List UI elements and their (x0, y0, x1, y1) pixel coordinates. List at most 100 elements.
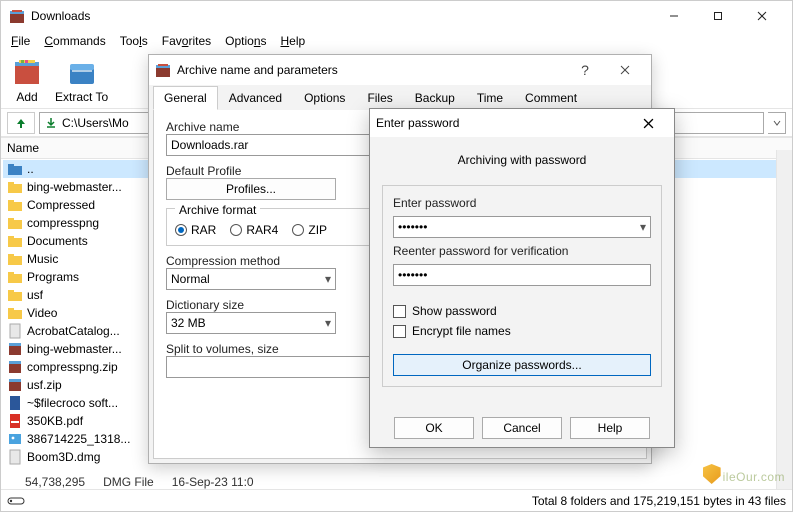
dialog1-title: Archive name and parameters (177, 63, 565, 77)
scrollbar[interactable] (776, 150, 792, 489)
file-name: compresspng.zip (27, 360, 118, 374)
split-size-combo[interactable]: ▾ (166, 356, 398, 378)
dictionary-combo[interactable]: 32 MB▾ (166, 312, 336, 334)
menu-help[interactable]: Help (275, 32, 312, 50)
file-icon (7, 377, 23, 393)
extract-icon (66, 56, 98, 88)
show-password-checkbox[interactable]: Show password (393, 304, 651, 318)
app-icon (9, 8, 25, 24)
file-name: AcrobatCatalog... (27, 324, 120, 338)
file-name: bing-webmaster... (27, 180, 122, 194)
password-input[interactable]: •••••••▾ (393, 216, 651, 238)
tab-general[interactable]: General (153, 86, 218, 110)
file-name: Music (27, 252, 58, 266)
file-icon (7, 449, 23, 465)
dialog1-titlebar: Archive name and parameters ? (149, 55, 651, 85)
winrar-icon (155, 62, 171, 78)
dialog1-close-button[interactable] (605, 56, 645, 84)
add-button[interactable]: Add (7, 54, 47, 106)
file-meta-row: 54,738,295 DMG File 16-Sep-23 11:0 (1, 475, 792, 489)
file-name: ~$filecroco soft... (27, 396, 118, 410)
organize-passwords-button[interactable]: Organize passwords... (393, 354, 651, 376)
tab-files[interactable]: Files (356, 86, 403, 110)
path-text: C:\Users\Mo (62, 116, 129, 130)
download-icon (44, 116, 58, 130)
profiles-button[interactable]: Profiles... (166, 178, 336, 200)
reenter-password-input[interactable]: ••••••• (393, 264, 651, 286)
add-icon (11, 56, 43, 88)
file-icon (7, 251, 23, 267)
file-name: Compressed (27, 198, 95, 212)
file-icon (7, 431, 23, 447)
cancel-button[interactable]: Cancel (482, 417, 562, 439)
compression-combo[interactable]: Normal▾ (166, 268, 336, 290)
path-dropdown[interactable] (768, 112, 786, 134)
file-icon (7, 323, 23, 339)
file-name: Documents (27, 234, 88, 248)
file-name: Boom3D.dmg (27, 450, 100, 464)
maximize-button[interactable] (696, 1, 740, 31)
tab-comment[interactable]: Comment (514, 86, 588, 110)
file-name: .. (27, 162, 34, 176)
tab-options[interactable]: Options (293, 86, 356, 110)
extract-to-button[interactable]: Extract To (51, 54, 112, 106)
extract-label: Extract To (55, 90, 108, 104)
file-icon (7, 269, 23, 285)
minimize-button[interactable] (652, 1, 696, 31)
dialog2-title: Enter password (376, 116, 628, 130)
file-name: Video (27, 306, 57, 320)
file-icon (7, 287, 23, 303)
menu-file[interactable]: File (5, 32, 36, 50)
file-icon (7, 197, 23, 213)
archive-format-label: Archive format (175, 203, 260, 217)
file-name: usf.zip (27, 378, 62, 392)
file-icon (7, 161, 23, 177)
file-name: Programs (27, 270, 79, 284)
dialog2-heading: Archiving with password (382, 147, 662, 177)
tabs: GeneralAdvancedOptionsFilesBackupTimeCom… (149, 85, 651, 109)
add-label: Add (16, 90, 37, 104)
dialog2-titlebar: Enter password (370, 109, 674, 137)
status-text: Total 8 folders and 175,219,151 bytes in… (532, 494, 786, 508)
enter-password-label: Enter password (393, 196, 651, 210)
window-title: Downloads (31, 9, 652, 23)
disk-icon (7, 495, 25, 507)
enter-password-dialog: Enter password Archiving with password E… (369, 108, 675, 448)
tab-backup[interactable]: Backup (404, 86, 466, 110)
reenter-password-label: Reenter password for verification (393, 244, 651, 258)
file-name: compresspng (27, 216, 99, 230)
menu-commands[interactable]: Commands (38, 32, 111, 50)
dialog2-close-button[interactable] (628, 109, 668, 137)
menu-tools[interactable]: Tools (114, 32, 154, 50)
file-icon (7, 305, 23, 321)
ok-button[interactable]: OK (394, 417, 474, 439)
file-icon (7, 341, 23, 357)
radio-zip[interactable]: ZIP (292, 223, 327, 237)
dialog1-help-button[interactable]: ? (565, 56, 605, 84)
file-name: bing-webmaster... (27, 342, 122, 356)
file-icon (7, 359, 23, 375)
radio-rar4[interactable]: RAR4 (230, 223, 278, 237)
main-titlebar: Downloads (1, 1, 792, 31)
file-icon (7, 233, 23, 249)
password-fieldset: Enter password •••••••▾ Reenter password… (382, 185, 662, 387)
file-name: usf (27, 288, 43, 302)
file-icon (7, 179, 23, 195)
menu-options[interactable]: Options (219, 32, 272, 50)
close-button[interactable] (740, 1, 784, 31)
tab-advanced[interactable]: Advanced (218, 86, 293, 110)
up-button[interactable] (7, 112, 35, 134)
menu-favorites[interactable]: Favorites (156, 32, 217, 50)
file-name: 386714225_1318... (27, 432, 130, 446)
file-icon (7, 215, 23, 231)
column-name[interactable]: Name (7, 141, 39, 155)
file-icon (7, 413, 23, 429)
encrypt-names-checkbox[interactable]: Encrypt file names (393, 324, 651, 338)
file-icon (7, 395, 23, 411)
statusbar: Total 8 folders and 175,219,151 bytes in… (1, 489, 792, 511)
help-button[interactable]: Help (570, 417, 650, 439)
tab-time[interactable]: Time (466, 86, 514, 110)
radio-rar[interactable]: RAR (175, 223, 216, 237)
file-name: 350KB.pdf (27, 414, 83, 428)
menubar: File Commands Tools Favorites Options He… (1, 31, 792, 51)
